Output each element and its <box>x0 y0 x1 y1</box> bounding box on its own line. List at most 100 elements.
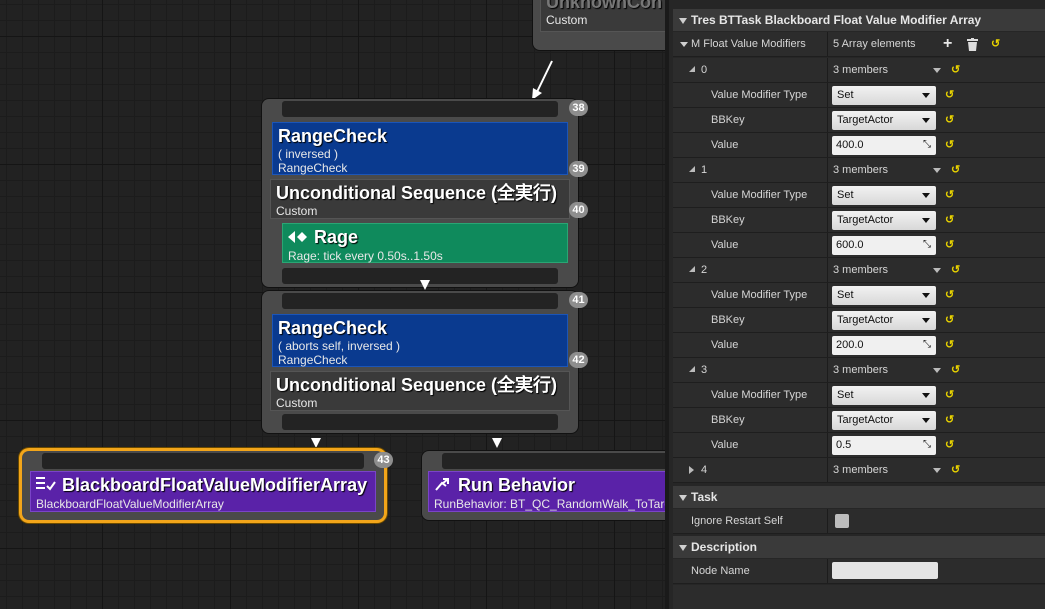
unknown-node[interactable]: UnknownCon Custom <box>533 0 665 50</box>
input-pin[interactable] <box>42 453 364 469</box>
chevron-down-icon[interactable] <box>933 68 941 73</box>
reset-to-default-icon[interactable]: ↺ <box>951 365 961 376</box>
reset-to-default-icon[interactable]: ↺ <box>945 340 955 351</box>
node-name-field[interactable] <box>832 562 938 579</box>
chevron-down-icon[interactable] <box>933 168 941 173</box>
reset-to-default-icon[interactable]: ↺ <box>945 190 955 201</box>
ignore-restart-checkbox[interactable] <box>835 514 849 528</box>
reset-to-default-icon[interactable]: ↺ <box>951 165 961 176</box>
expand-arrow-icon[interactable] <box>680 42 688 47</box>
sequence-title: Unconditional Sequence (全実行) <box>276 375 558 395</box>
add-element-icon[interactable]: + <box>943 35 952 53</box>
task-title: BlackboardFloatValueModifierArray <box>62 475 368 495</box>
expand-open-icon[interactable] <box>689 66 695 72</box>
description-category-header[interactable]: Description <box>673 536 1045 558</box>
reset-to-default-icon[interactable]: ↺ <box>991 39 1001 50</box>
input-pin[interactable] <box>282 101 558 117</box>
expand-open-icon[interactable] <box>689 266 695 272</box>
run-task-body: Run Behavior RunBehavior: BT_QC_RandomWa… <box>428 471 665 512</box>
value-modifier-type-label: Value Modifier Type <box>711 289 808 301</box>
value-number-text: 400.0 <box>836 139 864 151</box>
decorator-line2: RangeCheck <box>278 353 348 367</box>
reset-to-default-icon[interactable]: ↺ <box>945 215 955 226</box>
value-modifier-type-dropdown[interactable]: Set <box>832 386 936 405</box>
service-title-row: Rage <box>288 226 562 249</box>
expand-right-icon[interactable] <box>689 466 694 474</box>
details-panel: Tres BTTask Blackboard Float Value Modif… <box>665 0 1045 609</box>
bbkey-label: BBKey <box>711 214 745 226</box>
value-modifier-type-row: Value Modifier Type Set ↺ <box>673 183 1045 208</box>
run-sub: RunBehavior: BT_QC_RandomWalk_ToTarg <box>434 497 665 512</box>
task-category-header[interactable]: Task <box>673 486 1045 508</box>
reset-to-default-icon[interactable]: ↺ <box>945 240 955 251</box>
sequence-block-2[interactable]: RangeCheck ( aborts self, inversed ) Ran… <box>262 291 578 433</box>
input-pin[interactable] <box>282 293 558 309</box>
details-header[interactable]: Tres BTTask Blackboard Float Value Modif… <box>673 9 1045 31</box>
value-modifier-type-dropdown[interactable]: Set <box>832 186 936 205</box>
reset-to-default-icon[interactable]: ↺ <box>945 115 955 126</box>
run-title-row: Run Behavior <box>434 474 665 497</box>
bbkey-label: BBKey <box>711 414 745 426</box>
array-element-header[interactable]: 2 3 members ↺ <box>673 258 1045 283</box>
value-row: Value 600.0 ⤡ ↺ <box>673 233 1045 258</box>
reset-to-default-icon[interactable]: ↺ <box>945 290 955 301</box>
element-members: 3 members <box>833 64 889 76</box>
expand-open-icon[interactable] <box>689 166 695 172</box>
value-number-field[interactable]: 0.5 ⤡ <box>832 436 936 455</box>
value-number-field[interactable]: 200.0 ⤡ <box>832 336 936 355</box>
collapse-icon <box>679 494 687 501</box>
sequence-block-1[interactable]: RangeCheck ( inversed ) RangeCheck Uncon… <box>262 99 578 287</box>
reset-to-default-icon[interactable]: ↺ <box>945 140 955 151</box>
expand-open-icon[interactable] <box>689 366 695 372</box>
execution-index-badge: 40 <box>569 202 588 218</box>
rage-service[interactable]: Rage Rage: tick every 0.50s..1.50s <box>282 223 568 263</box>
array-element-collapsed[interactable]: 4 3 members ↺ <box>673 458 1045 483</box>
reset-to-default-icon[interactable]: ↺ <box>951 265 961 276</box>
reset-to-default-icon[interactable]: ↺ <box>945 440 955 451</box>
chevron-down-icon[interactable] <box>933 368 941 373</box>
blackboard-modifier-task[interactable]: BlackboardFloatValueModifierArray Blackb… <box>22 451 384 520</box>
reset-to-default-icon[interactable]: ↺ <box>945 390 955 401</box>
input-pin[interactable] <box>442 453 665 469</box>
bbkey-dropdown[interactable]: TargetActor <box>832 211 936 230</box>
bbkey-dropdown[interactable]: TargetActor <box>832 111 936 130</box>
trash-icon[interactable] <box>967 38 978 54</box>
unconditional-sequence-1[interactable]: Unconditional Sequence (全実行) Custom <box>270 179 570 219</box>
array-element-header[interactable]: 1 3 members ↺ <box>673 158 1045 183</box>
reset-to-default-icon[interactable]: ↺ <box>951 65 961 76</box>
chevron-down-icon[interactable] <box>933 268 941 273</box>
bbkey-dropdown[interactable]: TargetActor <box>832 311 936 330</box>
array-count: 5 Array elements <box>833 38 916 50</box>
bbkey-dropdown[interactable]: TargetActor <box>832 411 936 430</box>
value-number-field[interactable]: 600.0 ⤡ <box>832 236 936 255</box>
bbkey-label: BBKey <box>711 114 745 126</box>
chevron-down-icon[interactable] <box>933 468 941 473</box>
reset-to-default-icon[interactable]: ↺ <box>945 90 955 101</box>
column-divider <box>827 133 828 157</box>
description-category-title: Description <box>691 540 758 554</box>
unconditional-sequence-2[interactable]: Unconditional Sequence (全実行) Custom <box>270 371 570 411</box>
unknown-node-sub: Custom <box>546 13 588 27</box>
value-number-field[interactable]: 400.0 ⤡ <box>832 136 936 155</box>
array-element-header[interactable]: 0 3 members ↺ <box>673 58 1045 83</box>
rangecheck-decorator-2[interactable]: RangeCheck ( aborts self, inversed ) Ran… <box>272 314 568 367</box>
connection-arrow <box>420 280 430 290</box>
reset-to-default-icon[interactable]: ↺ <box>945 415 955 426</box>
value-row: Value 200.0 ⤡ ↺ <box>673 333 1045 358</box>
array-property-row: M Float Value Modifiers 5 Array elements… <box>673 32 1045 57</box>
reset-to-default-icon[interactable]: ↺ <box>951 465 961 476</box>
column-divider <box>827 358 828 382</box>
behavior-tree-graph[interactable]: UnknownCon Custom RangeCheck ( inversed … <box>0 0 665 609</box>
bbkey-label: BBKey <box>711 314 745 326</box>
reset-to-default-icon[interactable]: ↺ <box>945 315 955 326</box>
service-icon <box>288 227 308 249</box>
run-behavior-task[interactable]: Run Behavior RunBehavior: BT_QC_RandomWa… <box>422 451 665 520</box>
value-modifier-type-dropdown[interactable]: Set <box>832 86 936 105</box>
array-element-header[interactable]: 3 3 members ↺ <box>673 358 1045 383</box>
value-modifier-type-dropdown[interactable]: Set <box>832 286 936 305</box>
rangecheck-decorator-1[interactable]: RangeCheck ( inversed ) RangeCheck <box>272 122 568 175</box>
output-pin[interactable] <box>282 414 558 430</box>
service-sub: Rage: tick every 0.50s..1.50s <box>288 249 443 264</box>
value-modifier-type-label: Value Modifier Type <box>711 89 808 101</box>
decorator-line1: ( aborts self, inversed ) <box>278 339 401 353</box>
